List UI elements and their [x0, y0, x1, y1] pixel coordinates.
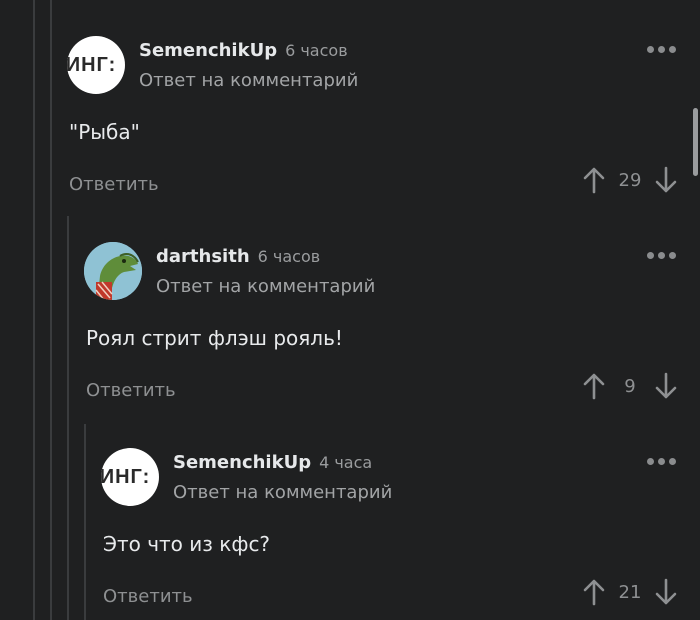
comment-author[interactable]: SemenchikUp 4 часа: [173, 452, 372, 473]
thread-line[interactable]: [50, 0, 52, 620]
arrow-up-icon[interactable]: [582, 166, 606, 194]
comment-time: 6 часов: [257, 247, 321, 266]
avatar-text: ИНГ:: [101, 465, 151, 488]
avatar-text: ИНГ:: [67, 53, 117, 76]
comment: ИНГ: SemenchikUp 4 часа Ответ на коммента…: [101, 448, 700, 620]
arrow-up-icon[interactable]: [582, 578, 606, 606]
comment-time: 4 часа: [319, 453, 373, 472]
more-dots-icon[interactable]: [647, 252, 676, 259]
username[interactable]: SemenchikUp: [139, 40, 277, 61]
comment: darthsith 6 часов Ответ на комментарий Ро…: [84, 242, 700, 412]
thread-line[interactable]: [84, 424, 86, 620]
username[interactable]: SemenchikUp: [173, 452, 311, 473]
vote-controls: 9: [582, 372, 678, 400]
arrow-down-icon[interactable]: [654, 578, 678, 606]
comment-time: 6 часов: [285, 41, 348, 60]
thread-line[interactable]: [67, 216, 69, 620]
arrow-down-icon[interactable]: [654, 166, 678, 194]
vote-controls: 29: [582, 166, 678, 194]
comment-text: Роял стрит флэш рояль!: [86, 326, 343, 350]
comment-text: "Рыба": [69, 120, 140, 144]
thread-line[interactable]: [33, 0, 35, 620]
avatar[interactable]: ИНГ:: [67, 36, 125, 94]
reply-to-link[interactable]: Ответ на комментарий: [156, 276, 375, 297]
comment-author[interactable]: SemenchikUp 6 часов: [139, 40, 348, 61]
avatar[interactable]: [84, 242, 142, 300]
comment-text: Это что из кфс?: [103, 532, 271, 556]
comment: ИНГ: SemenchikUp 6 часов Ответ на коммент…: [67, 36, 700, 206]
vote-count: 29: [618, 169, 642, 191]
reply-button[interactable]: Ответить: [103, 586, 193, 607]
arrow-down-icon[interactable]: [654, 372, 678, 400]
reply-button[interactable]: Ответить: [86, 380, 176, 401]
vote-controls: 21: [582, 578, 678, 606]
more-dots-icon[interactable]: [647, 46, 676, 53]
reply-to-link[interactable]: Ответ на комментарий: [173, 482, 392, 503]
vote-count: 9: [624, 375, 636, 397]
username[interactable]: darthsith: [156, 246, 250, 267]
comment-author[interactable]: darthsith 6 часов: [156, 246, 320, 267]
arrow-up-icon[interactable]: [582, 372, 606, 400]
more-dots-icon[interactable]: [647, 458, 676, 465]
scrollbar-thumb[interactable]: [693, 108, 698, 176]
dinosaur-avatar-image: [84, 242, 142, 300]
reply-button[interactable]: Ответить: [69, 174, 159, 195]
vote-count: 21: [618, 581, 642, 603]
avatar[interactable]: ИНГ:: [101, 448, 159, 506]
reply-to-link[interactable]: Ответ на комментарий: [139, 70, 358, 91]
